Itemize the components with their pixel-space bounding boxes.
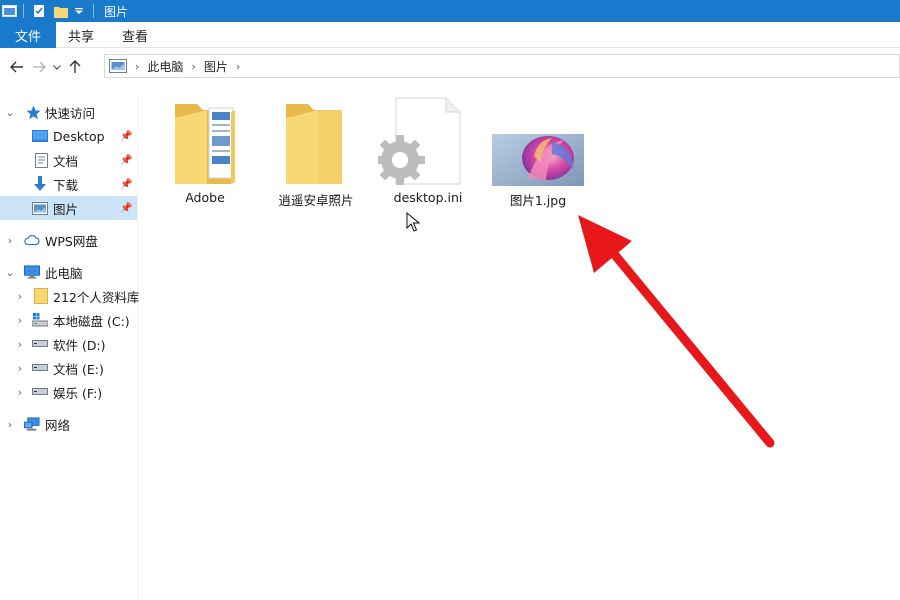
- chevron-right-icon[interactable]: ›: [4, 418, 16, 431]
- arrow-up-icon: [69, 60, 81, 73]
- file-name: 图片1.jpg: [509, 193, 567, 208]
- window-icon[interactable]: [1, 4, 17, 18]
- file-name: desktop.ini: [393, 190, 463, 205]
- pin-icon[interactable]: 📌: [120, 179, 132, 190]
- sidebar-item-drive-c[interactable]: › 本地磁盘 (C:): [0, 308, 137, 332]
- sidebar-item-drive-e[interactable]: › 文档 (E:): [0, 356, 137, 380]
- sidebar-item-personal-library[interactable]: › 212个人资料库: [0, 284, 140, 308]
- titlebar-separator: [23, 4, 24, 18]
- chevron-right-icon[interactable]: ›: [14, 338, 26, 351]
- properties-icon[interactable]: [31, 4, 47, 18]
- sidebar-item-documents[interactable]: 文档 📌: [0, 148, 137, 172]
- star-icon: [25, 104, 41, 120]
- sidebar-label: 娱乐 (F:): [53, 385, 103, 401]
- sidebar-label: 本地磁盘 (C:): [53, 313, 130, 329]
- sidebar-item-quick-access[interactable]: ⌄ 快速访问: [0, 100, 137, 124]
- chevron-down-icon[interactable]: ⌄: [4, 106, 16, 119]
- file-name: Adobe: [185, 190, 225, 205]
- sidebar-label: 网络: [45, 417, 71, 433]
- chevron-right-icon[interactable]: ›: [14, 290, 26, 303]
- mouse-cursor-icon: [406, 212, 420, 232]
- sidebar-label: 212个人资料库: [53, 289, 140, 305]
- tab-view[interactable]: 查看: [108, 22, 162, 48]
- breadcrumb-this-pc[interactable]: 此电脑: [147, 58, 183, 75]
- image-thumbnail: [488, 96, 588, 186]
- folder-icon: [33, 288, 49, 304]
- up-button[interactable]: [64, 55, 86, 79]
- file-list: Adobe 逍遥安卓照片 desktop.ini 图片1.jpg: [140, 86, 900, 600]
- file-item-image[interactable]: 图片1.jpg: [488, 96, 588, 209]
- chevron-right-icon[interactable]: ›: [14, 362, 26, 375]
- sidebar-item-downloads[interactable]: 下载 📌: [0, 172, 137, 196]
- titlebar-separator: [93, 4, 94, 18]
- pictures-icon: [32, 200, 48, 216]
- chevron-right-icon[interactable]: ›: [14, 386, 26, 399]
- pictures-location-icon: [109, 59, 127, 73]
- title-bar: 图片: [0, 0, 900, 22]
- windows-drive-icon: [32, 312, 48, 328]
- document-icon: [33, 152, 49, 168]
- chevron-down-icon[interactable]: ⌄: [4, 266, 16, 279]
- new-folder-icon[interactable]: [53, 4, 69, 18]
- file-item-desktop-ini[interactable]: desktop.ini: [375, 96, 478, 205]
- address-bar[interactable]: › 此电脑 › 图片 ›: [104, 54, 900, 78]
- pin-icon[interactable]: 📌: [120, 203, 132, 214]
- breadcrumb-pictures[interactable]: 图片: [204, 58, 228, 75]
- recent-locations-button[interactable]: [50, 55, 64, 79]
- drive-icon: [32, 360, 48, 376]
- drive-icon: [32, 336, 48, 352]
- sidebar-item-drive-d[interactable]: › 软件 (D:): [0, 332, 137, 356]
- sidebar-label: Desktop: [53, 128, 105, 144]
- navigation-pane: ⌄ 快速访问 Desktop 📌 文档 📌 下载 📌 图片 📌 › WPS网盘 …: [0, 96, 140, 600]
- breadcrumb-separator-icon: ›: [135, 59, 140, 73]
- sidebar-item-pictures[interactable]: 图片 📌: [0, 196, 137, 220]
- red-arrow-annotation: [578, 215, 775, 448]
- chevron-right-icon[interactable]: ›: [4, 234, 16, 247]
- sidebar-label: 文档: [53, 153, 79, 169]
- arrow-left-icon: [10, 61, 23, 73]
- tab-share[interactable]: 共享: [54, 22, 108, 48]
- ribbon-tabs: 文件 主页 共享 查看: [0, 22, 900, 48]
- cloud-icon: [24, 232, 40, 248]
- sidebar-label: WPS网盘: [45, 233, 98, 249]
- quick-access-dropdown-icon[interactable]: [71, 4, 87, 18]
- desktop-icon: [32, 128, 48, 144]
- sidebar-label: 图片: [53, 201, 79, 217]
- pin-icon[interactable]: 📌: [120, 155, 132, 166]
- breadcrumb-separator-icon: ›: [191, 59, 196, 73]
- arrow-right-icon: [33, 61, 46, 73]
- computer-icon: [24, 264, 40, 280]
- chevron-down-icon: [53, 64, 61, 70]
- tab-file[interactable]: 文件: [0, 22, 56, 48]
- sidebar-label: 文档 (E:): [53, 361, 104, 377]
- folder-icon: [155, 96, 255, 186]
- address-row: › 此电脑 › 图片 ›: [0, 54, 900, 80]
- sidebar-item-drive-f[interactable]: › 娱乐 (F:): [0, 380, 137, 404]
- back-button[interactable]: [6, 55, 28, 79]
- file-item-adobe[interactable]: Adobe: [155, 96, 255, 205]
- sidebar-item-this-pc[interactable]: ⌄ 此电脑: [0, 260, 137, 284]
- sidebar-label: 下载: [53, 177, 79, 193]
- drive-icon: [32, 384, 48, 400]
- sidebar-label: 此电脑: [45, 265, 83, 281]
- pin-icon[interactable]: 📌: [120, 131, 132, 142]
- file-item-photo-folder[interactable]: 逍遥安卓照片: [266, 96, 366, 209]
- file-name: 逍遥安卓照片: [278, 193, 354, 208]
- chevron-right-icon[interactable]: ›: [14, 314, 26, 327]
- sidebar-item-wps-cloud[interactable]: › WPS网盘: [0, 228, 137, 252]
- forward-button[interactable]: [28, 55, 50, 79]
- download-icon: [32, 176, 48, 192]
- breadcrumb-separator-icon: ›: [235, 59, 241, 73]
- window-title: 图片: [104, 4, 129, 19]
- network-icon: [24, 416, 40, 432]
- folder-icon: [266, 96, 366, 186]
- sidebar-label: 软件 (D:): [53, 337, 106, 353]
- sidebar-label: 快速访问: [45, 105, 96, 121]
- sidebar-item-network[interactable]: › 网络: [0, 412, 137, 436]
- sidebar-item-desktop[interactable]: Desktop 📌: [0, 124, 137, 148]
- settings-file-icon: [375, 96, 478, 186]
